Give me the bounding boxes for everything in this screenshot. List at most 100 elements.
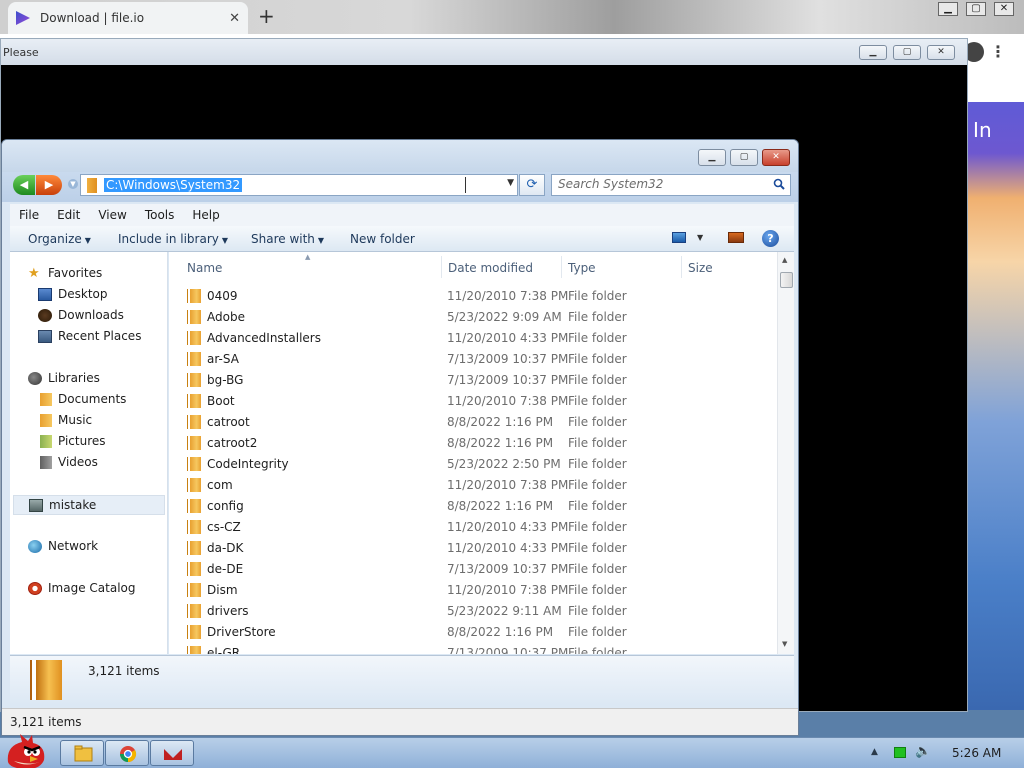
include-in-library-button[interactable]: Include in library ▼ [118, 232, 228, 246]
browser-tab-close-icon[interactable]: ✕ [229, 11, 240, 26]
search-box[interactable] [551, 174, 791, 196]
explorer-maximize-button[interactable]: ▢ [730, 149, 758, 166]
file-date-modified: 7/13/2009 10:37 PM [447, 646, 569, 654]
file-row[interactable]: CodeIntegrity 5/23/2022 2:50 PM File folde… [169, 454, 777, 475]
column-header-type[interactable]: Type [568, 261, 596, 275]
network-status-icon[interactable] [894, 747, 906, 758]
share-with-button[interactable]: Share with ▼ [251, 232, 324, 246]
explorer-titlebar[interactable] [2, 140, 798, 172]
column-divider[interactable] [681, 256, 682, 278]
file-row[interactable]: el-GR 7/13/2009 10:37 PM File folder [169, 643, 777, 654]
file-row[interactable]: config 8/8/2022 1:16 PM File folder [169, 496, 777, 517]
column-divider[interactable] [561, 256, 562, 278]
address-bar[interactable]: C:\Windows\System32 ▼ [80, 174, 518, 196]
column-divider[interactable] [441, 256, 442, 278]
nav-libraries[interactable]: Libraries [28, 371, 100, 385]
file-type: File folder [568, 541, 627, 555]
organize-button[interactable]: Organize ▼ [28, 232, 91, 246]
file-row[interactable]: de-DE 7/13/2009 10:37 PM File folder [169, 559, 777, 580]
browser-close-button[interactable]: ✕ [994, 2, 1014, 16]
file-row[interactable]: DriverStore 8/8/2022 1:16 PM File folder [169, 622, 777, 643]
taskbar-chrome-button[interactable] [105, 740, 149, 766]
folder-icon [188, 583, 201, 597]
browser-tab-file-io[interactable]: Download | file.io ✕ [8, 2, 248, 34]
back-arrow-icon[interactable]: ◀ [13, 175, 35, 195]
file-row[interactable]: Adobe 5/23/2022 9:09 AM File folder [169, 307, 777, 328]
address-dropdown-chevron-icon[interactable]: ▼ [507, 178, 514, 188]
file-row[interactable]: catroot2 8/8/2022 1:16 PM File folder [169, 433, 777, 454]
browser-minimize-button[interactable]: ▁ [938, 2, 958, 16]
angry-bird-start-icon[interactable] [2, 732, 50, 768]
menu-edit[interactable]: Edit [48, 208, 89, 222]
recent-pages-chevron-icon[interactable]: ▼ [68, 179, 78, 189]
file-date-modified: 11/20/2010 7:38 PM [447, 478, 569, 492]
browser-maximize-button[interactable]: ▢ [966, 2, 986, 16]
new-folder-button[interactable]: New folder [350, 232, 415, 246]
preview-pane-icon[interactable] [728, 232, 744, 243]
nav-computer-mistake[interactable]: mistake [13, 495, 165, 515]
volume-icon[interactable]: 🔈 [915, 744, 931, 759]
file-row[interactable]: com 11/20/2010 7:38 PM File folder [169, 475, 777, 496]
nav-documents[interactable]: Documents [38, 392, 126, 406]
nav-recent-places[interactable]: Recent Places [38, 329, 141, 343]
folder-icon [188, 331, 201, 345]
please-close-button[interactable]: ✕ [927, 45, 955, 60]
column-header-date-modified[interactable]: Date modified [448, 261, 533, 275]
menu-view[interactable]: View [89, 208, 135, 222]
nav-downloads[interactable]: Downloads [38, 308, 124, 322]
file-row[interactable]: AdvancedInstallers 11/20/2010 4:33 PM File… [169, 328, 777, 349]
menu-help[interactable]: Help [183, 208, 228, 222]
help-icon[interactable]: ? [762, 230, 779, 247]
scroll-down-arrow-icon[interactable]: ▼ [782, 640, 787, 648]
explorer-close-button[interactable]: ✕ [762, 149, 790, 166]
menu-tools[interactable]: Tools [136, 208, 184, 222]
desktop-icon [38, 287, 52, 301]
file-date-modified: 11/20/2010 7:38 PM [447, 394, 569, 408]
nav-network[interactable]: Network [28, 539, 98, 553]
new-tab-plus-icon[interactable]: + [258, 6, 275, 26]
taskbar-explorer-button[interactable] [60, 740, 104, 766]
file-row[interactable]: da-DK 11/20/2010 4:33 PM File folder [169, 538, 777, 559]
address-text[interactable]: C:\Windows\System32 [104, 178, 243, 192]
file-row[interactable]: bg-BG 7/13/2009 10:37 PM File folder [169, 370, 777, 391]
please-maximize-button[interactable]: ▢ [893, 45, 921, 60]
search-input[interactable] [558, 177, 758, 191]
vertical-scrollbar[interactable]: ▲ ▼ [777, 252, 794, 654]
file-date-modified: 11/20/2010 7:38 PM [447, 583, 569, 597]
search-icon[interactable] [773, 178, 785, 190]
browser-menu-dots-icon[interactable]: ⋮ [990, 42, 1006, 61]
change-view-icon[interactable] [672, 232, 686, 243]
explorer-minimize-button[interactable]: ▁ [698, 149, 726, 166]
menu-file[interactable]: File [10, 208, 48, 222]
file-row[interactable]: ar-SA 7/13/2009 10:37 PM File folder [169, 349, 777, 370]
file-row[interactable]: 0409 11/20/2010 7:38 PM File folder [169, 286, 777, 307]
clock[interactable]: 5:26 AM [952, 746, 1001, 760]
column-header-size[interactable]: Size [688, 261, 713, 275]
file-row[interactable]: cs-CZ 11/20/2010 4:33 PM File folder [169, 517, 777, 538]
view-options-chevron-icon[interactable]: ▼ [697, 233, 703, 242]
nav-favorites[interactable]: ★ Favorites [28, 266, 102, 280]
column-header-name[interactable]: Name [187, 261, 222, 275]
nav-desktop[interactable]: Desktop [38, 287, 108, 301]
please-minimize-button[interactable]: ▁ [859, 45, 887, 60]
file-row[interactable]: Dism 11/20/2010 7:38 PM File folder [169, 580, 777, 601]
pictures-icon [38, 434, 52, 448]
refresh-icon[interactable]: ⟳ [519, 174, 545, 196]
nav-videos[interactable]: Videos [38, 455, 98, 469]
text-cursor [465, 177, 466, 193]
file-row[interactable]: catroot 8/8/2022 1:16 PM File folder [169, 412, 777, 433]
chrome-icon [120, 746, 137, 763]
please-dialog-titlebar[interactable]: Please [1, 39, 967, 65]
nav-music[interactable]: Music [38, 413, 92, 427]
scroll-thumb[interactable] [780, 272, 793, 288]
scroll-up-arrow-icon[interactable]: ▲ [782, 256, 787, 264]
nav-image-catalog[interactable]: Image Catalog [28, 581, 135, 595]
file-row[interactable]: Boot 11/20/2010 7:38 PM File folder [169, 391, 777, 412]
taskbar-app-button[interactable] [150, 740, 194, 766]
file-type: File folder [568, 604, 627, 618]
nav-pictures[interactable]: Pictures [38, 434, 106, 448]
file-row[interactable]: drivers 5/23/2022 9:11 AM File folder [169, 601, 777, 622]
forward-arrow-icon[interactable]: ▶ [36, 175, 62, 195]
show-hidden-icons-icon[interactable]: ▲ [871, 747, 878, 757]
file-name: Boot [207, 394, 235, 408]
